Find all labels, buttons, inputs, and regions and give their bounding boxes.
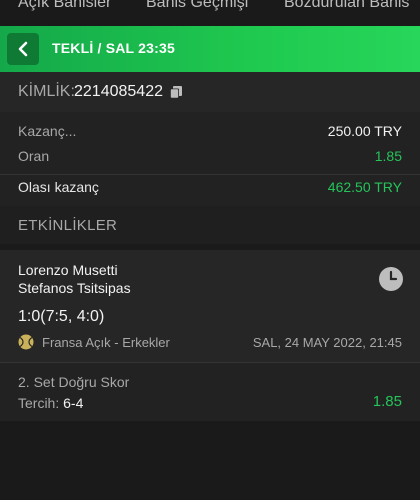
event-date: SAL, 24 MAY 2022, 21:45 xyxy=(252,335,402,350)
odds-label: Oran xyxy=(18,148,50,164)
ticket-id-row: KİMLİK: 2214085422 xyxy=(0,72,420,112)
stake-row: Kazanç... 250.00 TRY xyxy=(0,123,420,145)
back-button[interactable] xyxy=(7,33,39,65)
chevron-left-icon xyxy=(18,41,28,57)
bet-tabs: Açık Bahisler Bahis Geçmişi Bozdurulan B… xyxy=(0,0,420,26)
divider xyxy=(0,174,420,175)
tournament-name: Fransa Açık - Erkekler xyxy=(42,335,170,350)
clock-icon xyxy=(379,267,403,291)
ticket-header: TEKLİ / SAL 23:35 xyxy=(0,26,420,72)
tennis-ball-icon xyxy=(18,334,34,350)
market-name: 2. Set Doğru Skor xyxy=(18,374,130,390)
events-section-header: ETKİNLİKLER xyxy=(0,206,420,244)
tab-open-bets[interactable]: Açık Bahisler xyxy=(18,0,111,12)
pick: Tercih: 6-4 xyxy=(18,395,83,411)
odds-value: 1.85 xyxy=(374,148,402,164)
player-2: Stefanos Tsitsipas xyxy=(18,280,131,296)
tab-cashed-out-bets[interactable]: Bozdurulan Bahis xyxy=(284,0,409,12)
selection-row: 2. Set Doğru Skor Tercih: 6-4 1.85 xyxy=(0,362,420,421)
selection-odds: 1.85 xyxy=(372,393,402,410)
bet-summary: Kazanç... 250.00 TRY Oran 1.85 Olası kaz… xyxy=(0,112,420,206)
pick-value: 6-4 xyxy=(63,395,84,411)
player-1: Lorenzo Musetti xyxy=(18,262,118,278)
potential-win-value: 462.50 TRY xyxy=(327,179,402,195)
ticket-title: TEKLİ / SAL 23:35 xyxy=(52,40,175,56)
ticket-id-label: KİMLİK: xyxy=(18,83,75,100)
odds-row: Oran 1.85 xyxy=(0,148,420,170)
potential-win-label: Olası kazanç xyxy=(18,179,99,195)
copy-icon[interactable] xyxy=(169,85,183,99)
stake-value: 250.00 TRY xyxy=(327,123,402,139)
potential-win-row: Olası kazanç 462.50 TRY xyxy=(0,179,420,201)
stake-label: Kazanç... xyxy=(18,123,77,139)
events-title: ETKİNLİKLER xyxy=(18,217,118,234)
pick-label: Tercih: xyxy=(18,395,64,411)
ticket-id-value: 2214085422 xyxy=(74,83,163,100)
live-score: 1:0(7:5, 4:0) xyxy=(18,308,105,325)
event-card[interactable]: Lorenzo Musetti Stefanos Tsitsipas 1:0(7… xyxy=(0,250,420,362)
tab-bet-history[interactable]: Bahis Geçmişi xyxy=(146,0,248,12)
